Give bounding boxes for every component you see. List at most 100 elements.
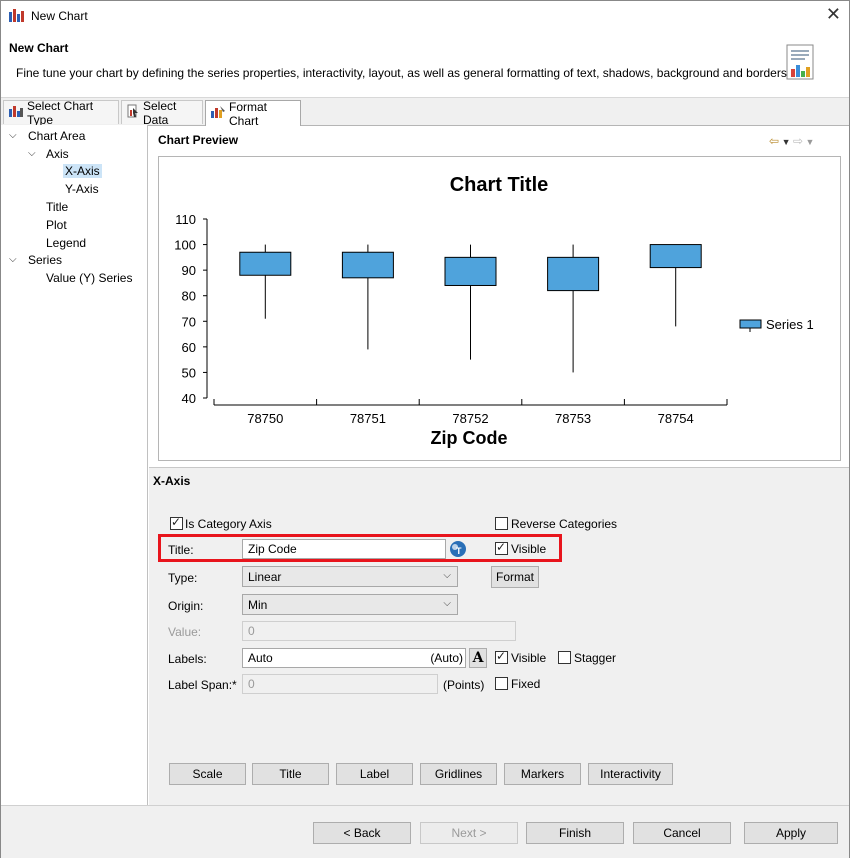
tree-item-chart-area[interactable]: Chart Area <box>28 129 85 143</box>
type-label: Type: <box>168 571 198 585</box>
box <box>547 256 600 292</box>
x-tick-label: 78752 <box>452 411 488 426</box>
legend-swatch <box>739 319 762 329</box>
chart-type-icon <box>9 105 23 120</box>
tree-item-plot[interactable]: Plot <box>46 218 67 232</box>
fixed-label: Fixed <box>511 677 541 691</box>
fixed-checkbox[interactable] <box>495 677 508 690</box>
label-button[interactable]: Label <box>336 763 413 785</box>
labels-visible-checkbox[interactable] <box>495 649 508 664</box>
next-button[interactable]: Next > <box>420 822 518 844</box>
stagger-label: Stagger <box>574 651 617 665</box>
tab-label: Select Chart Type <box>27 98 94 127</box>
select-data-icon <box>127 104 139 121</box>
tab-label: Format Chart <box>229 99 268 128</box>
chart-app-icon <box>9 8 25 25</box>
x-axis-section-header: X-Axis <box>149 467 849 492</box>
cancel-button[interactable]: Cancel <box>633 822 731 844</box>
wizard-tabs: Select Chart Type Select Data Format Cha… <box>1 98 849 128</box>
window-title: New Chart <box>31 9 88 23</box>
labels-auto-text: (Auto) <box>430 651 463 665</box>
tab-format-chart[interactable]: Format Chart <box>205 99 301 128</box>
format-chart-icon <box>211 106 225 121</box>
interactivity-button[interactable]: Interactivity <box>588 763 673 785</box>
box <box>444 256 497 286</box>
y-tick-label: 110 <box>175 212 196 227</box>
label-span-input[interactable]: 0 <box>242 674 438 694</box>
is-category-axis-label: Is Category Axis <box>185 517 272 531</box>
box <box>239 251 292 276</box>
format-button[interactable]: Format <box>491 566 539 588</box>
y-tick-label: 40 <box>182 391 196 406</box>
wizard-header: New Chart Fine tune your chart by defini… <box>1 31 849 98</box>
chart-preview: Chart Title 40 50 60 70 80 90 100 110 78750 78751 7… <box>158 156 841 461</box>
origin-dropdown[interactable]: Min ⌵ <box>242 594 458 615</box>
origin-label: Origin: <box>168 599 204 613</box>
close-icon[interactable]: ✕ <box>826 4 841 25</box>
title-button[interactable]: Title <box>252 763 329 785</box>
chevron-down-icon: ⌵ <box>443 570 451 581</box>
history-nav: ⇦ ▼ ⇨ ▼ <box>769 134 814 148</box>
apply-button[interactable]: Apply <box>744 822 838 844</box>
tree-item-value-series[interactable]: Value (Y) Series <box>46 271 132 285</box>
chevron-down-icon[interactable]: ⌵ <box>9 254 17 265</box>
tree-item-legend[interactable]: Legend <box>46 236 86 250</box>
scale-button[interactable]: Scale <box>169 763 246 785</box>
stagger-checkbox[interactable] <box>558 651 571 664</box>
x-tick-label: 78754 <box>658 411 694 426</box>
back-button[interactable]: < Back <box>313 822 411 844</box>
gridlines-button[interactable]: Gridlines <box>420 763 497 785</box>
labels-value: Auto <box>248 651 273 665</box>
reverse-categories-checkbox[interactable] <box>495 517 508 530</box>
chevron-down-icon[interactable]: ▼ <box>779 137 793 147</box>
tree-item-axis[interactable]: Axis <box>46 147 69 161</box>
font-icon[interactable]: A <box>469 648 487 668</box>
box <box>649 244 702 269</box>
wizard-footer: < Back Next > Finish Cancel Apply <box>1 805 849 858</box>
finish-button[interactable]: Finish <box>526 822 624 844</box>
box <box>341 251 394 279</box>
chart-preview-heading: Chart Preview <box>158 133 239 147</box>
page-description: Fine tune your chart by defining the ser… <box>16 66 791 80</box>
tree-item-x-axis[interactable]: X-Axis <box>63 164 102 178</box>
x-tick-label: 78753 <box>555 411 591 426</box>
new-chart-dialog: New Chart ✕ New Chart Fine tune your cha… <box>0 0 850 858</box>
page-title: New Chart <box>9 41 69 55</box>
tree-item-y-axis[interactable]: Y-Axis <box>65 182 99 196</box>
chevron-down-icon[interactable]: ⌵ <box>28 148 36 159</box>
chevron-down-icon[interactable]: ⌵ <box>9 130 17 141</box>
chevron-down-icon: ⌵ <box>443 598 451 609</box>
tab-select-chart-type[interactable]: Select Chart Type <box>3 98 119 127</box>
y-tick-label: 70 <box>182 314 196 329</box>
y-tick-label: 60 <box>182 340 196 355</box>
tab-select-data[interactable]: Select Data <box>121 98 203 127</box>
labels-label: Labels: <box>168 652 207 666</box>
labels-visible-label: Visible <box>511 651 547 665</box>
section-title: X-Axis <box>153 474 191 488</box>
x-axis-title: Zip Code <box>431 428 508 448</box>
type-value: Linear <box>248 570 282 584</box>
title-bar: New Chart ✕ <box>1 1 849 31</box>
markers-button[interactable]: Markers <box>504 763 581 785</box>
highlight-box <box>158 534 562 562</box>
value-label: Value: <box>168 625 202 639</box>
origin-value: Min <box>248 598 268 612</box>
forward-arrow-icon[interactable]: ⇨ <box>793 134 803 148</box>
points-unit: (Points) <box>443 678 485 692</box>
format-tree: ⌵ Chart Area ⌵ Axis X-Axis Y-Axis Title … <box>1 125 148 805</box>
wizard-banner-icon <box>783 43 817 86</box>
tree-item-series[interactable]: Series <box>28 253 62 267</box>
labels-input[interactable]: Auto (Auto) <box>242 648 466 668</box>
back-arrow-icon[interactable]: ⇦ <box>769 134 779 148</box>
reverse-categories-label: Reverse Categories <box>511 517 618 531</box>
legend-label: Series 1 <box>766 317 814 332</box>
tree-item-title[interactable]: Title <box>46 200 68 214</box>
tab-label: Select Data <box>143 98 177 127</box>
x-tick-label: 78751 <box>350 411 386 426</box>
y-tick-label: 90 <box>182 263 196 278</box>
type-dropdown[interactable]: Linear ⌵ <box>242 566 458 587</box>
is-category-axis-checkbox[interactable] <box>170 515 183 530</box>
value-input[interactable]: 0 <box>242 621 516 641</box>
chevron-down-icon[interactable]: ▼ <box>803 137 815 147</box>
box-plot-chart: Chart Title 40 50 60 70 80 90 100 110 78750 78751 7… <box>174 174 814 448</box>
